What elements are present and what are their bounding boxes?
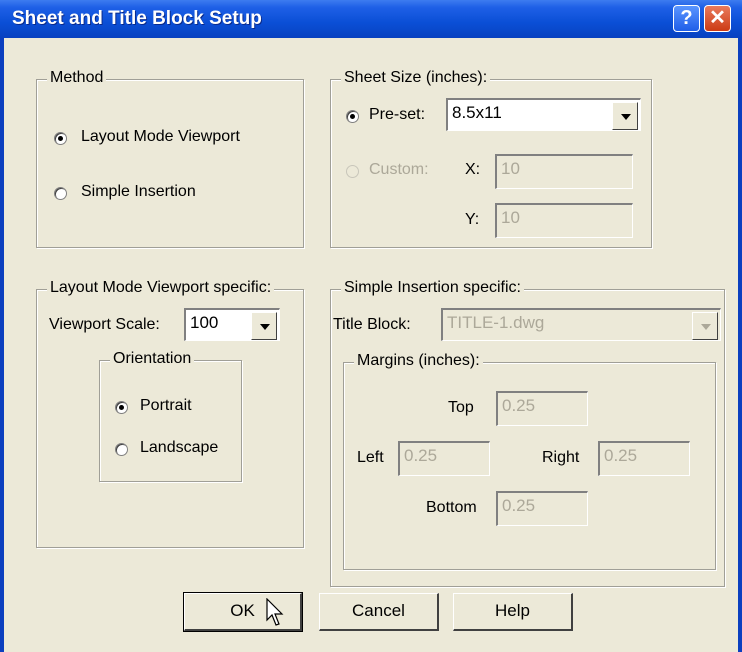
- close-button[interactable]: ✕: [704, 5, 731, 32]
- viewport-scale-label: Viewport Scale:: [49, 316, 160, 333]
- top-label: Top: [448, 399, 474, 416]
- layout-specific-legend: Layout Mode Viewport specific:: [47, 279, 275, 297]
- dialog-window: Sheet and Title Block Setup ? ✕ Method L…: [0, 0, 742, 652]
- y-label: Y:: [465, 211, 480, 228]
- window-title: Sheet and Title Block Setup: [12, 8, 262, 29]
- close-icon: ✕: [709, 7, 726, 29]
- layout-specific-group: Layout Mode Viewport specific: Viewport …: [36, 279, 304, 548]
- method-group: Method Layout Mode Viewport Simple Inser…: [36, 69, 304, 248]
- landscape-label[interactable]: Landscape: [140, 439, 218, 457]
- margins-legend: Margins (inches):: [354, 352, 483, 370]
- margins-group: Margins (inches): Top 0.25 Left 0.25 Rig…: [343, 352, 716, 570]
- portrait-label[interactable]: Portrait: [140, 397, 192, 415]
- chevron-down-icon[interactable]: [692, 312, 718, 340]
- orientation-group: Orientation Portrait Landscape: [99, 350, 242, 482]
- chevron-down-icon[interactable]: [612, 102, 638, 130]
- margin-top-field[interactable]: 0.25: [496, 391, 588, 426]
- simple-insertion-label[interactable]: Simple Insertion: [81, 183, 196, 201]
- simple-specific-group: Simple Insertion specific: Title Block: …: [330, 279, 725, 587]
- sheet-size-group: Sheet Size (inches): Pre-set: 8.5x11 Cus…: [330, 69, 652, 248]
- margin-bottom-field[interactable]: 0.25: [496, 491, 588, 526]
- portrait-radio[interactable]: [115, 401, 128, 414]
- chevron-down-icon[interactable]: [251, 312, 277, 340]
- viewport-scale-value: 100: [190, 313, 219, 332]
- simple-specific-legend: Simple Insertion specific:: [341, 279, 524, 297]
- x-label: X:: [465, 161, 481, 178]
- preset-radio[interactable]: [346, 110, 359, 123]
- orientation-legend: Orientation: [110, 350, 195, 368]
- dialog-client-area: Method Layout Mode Viewport Simple Inser…: [4, 38, 738, 652]
- custom-x-field[interactable]: 10: [495, 154, 633, 189]
- bottom-label: Bottom: [426, 499, 477, 516]
- layout-mode-viewport-label[interactable]: Layout Mode Viewport: [81, 128, 240, 146]
- margin-left-field[interactable]: 0.25: [398, 441, 490, 476]
- custom-label: Custom:: [369, 161, 429, 178]
- title-block-select[interactable]: TITLE-1.dwg: [441, 308, 721, 341]
- right-label: Right: [542, 449, 580, 466]
- layout-mode-viewport-radio[interactable]: [54, 132, 67, 145]
- title-block-value: TITLE-1.dwg: [447, 313, 545, 332]
- custom-y-field[interactable]: 10: [495, 203, 633, 238]
- mouse-cursor-icon: [266, 598, 284, 626]
- sheet-size-legend: Sheet Size (inches):: [341, 69, 491, 87]
- help-title-button[interactable]: ?: [673, 5, 700, 32]
- title-bar[interactable]: Sheet and Title Block Setup ? ✕: [0, 0, 742, 38]
- simple-insertion-radio[interactable]: [54, 187, 67, 200]
- preset-label[interactable]: Pre-set:: [369, 106, 425, 124]
- help-button[interactable]: Help: [453, 593, 573, 631]
- preset-select[interactable]: 8.5x11: [446, 98, 641, 131]
- title-block-label: Title Block:: [333, 316, 411, 333]
- cancel-button[interactable]: Cancel: [319, 593, 439, 631]
- left-label: Left: [357, 449, 384, 466]
- preset-select-value: 8.5x11: [452, 103, 502, 122]
- method-legend: Method: [47, 69, 107, 87]
- landscape-radio[interactable]: [115, 443, 128, 456]
- custom-radio[interactable]: [346, 165, 359, 178]
- help-icon: ?: [680, 7, 693, 29]
- margin-right-field[interactable]: 0.25: [598, 441, 690, 476]
- viewport-scale-select[interactable]: 100: [184, 308, 280, 341]
